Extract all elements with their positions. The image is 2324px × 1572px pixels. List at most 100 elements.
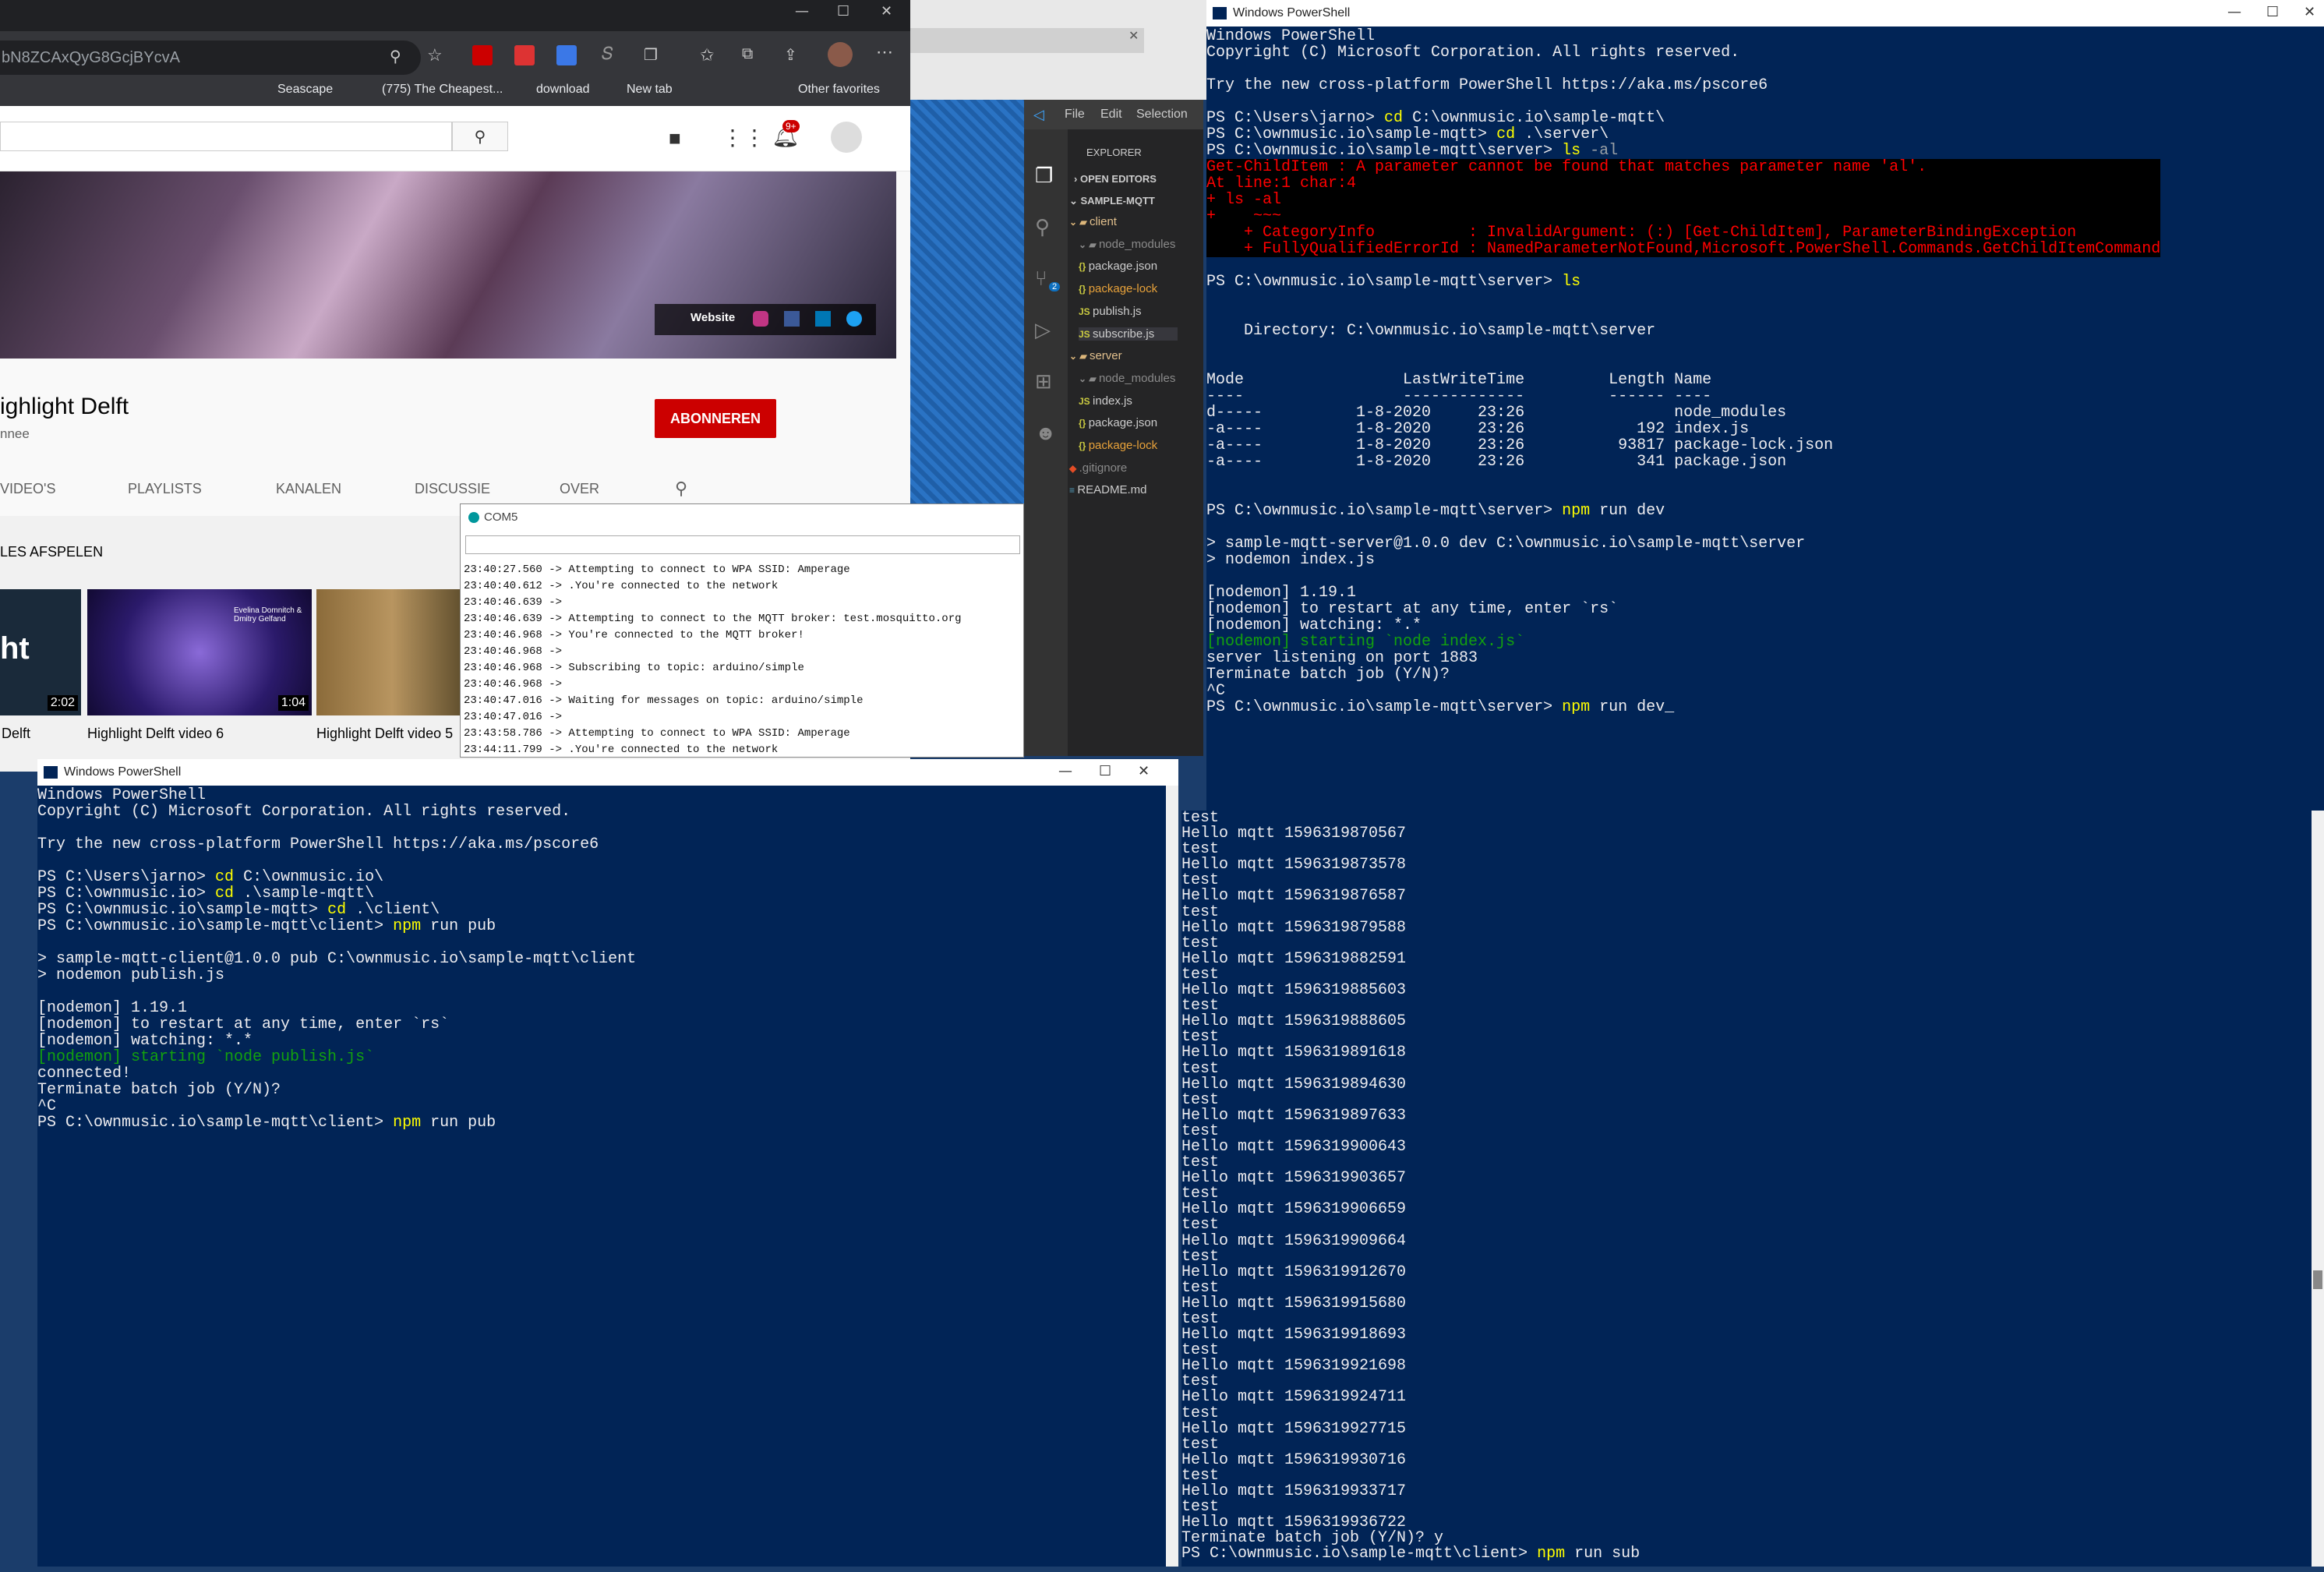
tree-item-node-modules[interactable]: ⌄ ▰ node_modules bbox=[1079, 238, 1175, 251]
account-avatar[interactable] bbox=[831, 122, 862, 153]
translate-icon[interactable] bbox=[556, 45, 577, 65]
video-title[interactable]: Highlight Delft video 6 bbox=[87, 726, 224, 742]
source-control-icon[interactable]: ⑂ bbox=[1035, 267, 1047, 291]
terminal-line: ---- ------------- ------ ---- bbox=[1206, 387, 1712, 405]
channel-search-icon[interactable]: ⚲ bbox=[675, 479, 687, 499]
favorite-download[interactable]: download bbox=[536, 83, 590, 97]
tab-channels[interactable]: KANALEN bbox=[276, 481, 341, 497]
favorite-new-tab[interactable]: New tab bbox=[627, 83, 673, 97]
scrollbar[interactable] bbox=[1166, 786, 1178, 1567]
search-icon[interactable]: ⚲ bbox=[1035, 215, 1050, 239]
tree-item-client[interactable]: ⌄ ▰ client bbox=[1069, 215, 1117, 228]
terminal-line: Hello mqtt 1596319876587 bbox=[1181, 887, 1407, 906]
terminal-line: -a---- 1-8-2020 23:26 93817 package-lock… bbox=[1206, 436, 1834, 454]
tab-about[interactable]: OVER bbox=[560, 481, 599, 497]
extension-icon[interactable] bbox=[472, 45, 493, 65]
tabs-icon[interactable]: ⧉ bbox=[742, 45, 753, 63]
tree-item-node-modules[interactable]: ⌄ ▰ node_modules bbox=[1079, 372, 1175, 385]
favorite-cheapest[interactable]: (775) The Cheapest... bbox=[382, 83, 503, 97]
instagram-icon[interactable] bbox=[753, 311, 768, 327]
tab-discussion[interactable]: DISCUSSIE bbox=[415, 481, 490, 497]
tree-item-publish-js[interactable]: JS publish.js bbox=[1079, 305, 1142, 318]
section-title: LES AFSPELEN bbox=[0, 544, 104, 560]
tab-playlists[interactable]: PLAYLISTS bbox=[128, 481, 202, 497]
tree-item-readme-md[interactable]: ≡ README.md bbox=[1069, 483, 1147, 496]
tab-videos[interactable]: VIDEO'S bbox=[0, 481, 55, 497]
terminal-line: Windows PowerShell bbox=[1206, 27, 1376, 45]
apps-icon[interactable]: ⋮⋮ bbox=[722, 125, 765, 150]
serial-input[interactable] bbox=[465, 535, 1020, 554]
tree-item-package-lock[interactable]: {} package-lock bbox=[1079, 282, 1157, 295]
close-icon[interactable]: ✕ bbox=[1128, 28, 1139, 44]
video-thumbnail[interactable]: ht 2:02 bbox=[0, 589, 81, 715]
facebook-icon[interactable] bbox=[784, 311, 800, 327]
tree-item-package-lock[interactable]: {} package-lock bbox=[1079, 439, 1157, 452]
maximize-icon[interactable]: ☐ bbox=[837, 3, 849, 19]
serial-log-line: 23:40:46.968 -> Subscribing to topic: ar… bbox=[464, 662, 804, 674]
tree-item-index-js[interactable]: JS index.js bbox=[1079, 394, 1132, 408]
tree-item-package-json[interactable]: {} package.json bbox=[1079, 260, 1157, 273]
scrollbar-thumb[interactable] bbox=[2313, 1270, 2322, 1289]
star-icon[interactable]: ☆ bbox=[427, 45, 443, 65]
terminal-line: PS C:\ownmusic.io\sample-mqtt\client> np… bbox=[1181, 1545, 1641, 1563]
menu-selection[interactable]: Selection bbox=[1136, 108, 1188, 122]
terminal-output[interactable]: test Hello mqtt 1596319870567 test Hello mq… bbox=[1181, 811, 1640, 1563]
extensions-icon[interactable]: ⊞ bbox=[1035, 369, 1052, 394]
tree-item-package-json[interactable]: {} package.json bbox=[1079, 416, 1157, 429]
terminal-output[interactable]: Windows PowerShell Copyright (C) Microsof… bbox=[1206, 27, 2161, 715]
search-button[interactable]: ⚲ bbox=[452, 122, 508, 151]
twitter-icon[interactable] bbox=[846, 311, 862, 327]
video-title[interactable]: Delft bbox=[2, 726, 30, 742]
website-link[interactable]: Website bbox=[690, 311, 735, 324]
terminal-line: test bbox=[1181, 965, 1220, 984]
maximize-icon[interactable]: ☐ bbox=[2266, 5, 2279, 20]
minimize-icon[interactable]: — bbox=[795, 3, 809, 19]
alien-icon[interactable]: ☻ bbox=[1035, 421, 1056, 445]
close-icon[interactable]: ✕ bbox=[881, 3, 892, 19]
linkedin-icon[interactable] bbox=[815, 311, 831, 327]
menu-edit[interactable]: Edit bbox=[1100, 108, 1122, 122]
camera-icon[interactable]: ■ bbox=[669, 126, 681, 150]
terminal-line: Get-ChildItem : A parameter cannot be fo… bbox=[1206, 159, 2161, 175]
terminal-line: test bbox=[1181, 1247, 1220, 1266]
collections-icon[interactable]: ❐ bbox=[644, 45, 658, 65]
terminal-line: Hello mqtt 1596319909664 bbox=[1181, 1231, 1407, 1250]
explorer-icon[interactable]: ❐ bbox=[1035, 164, 1053, 188]
terminal-line: + FullyQualifiedErrorId : NamedParameter… bbox=[1206, 240, 2161, 258]
folder-icon: ⌄ ▰ bbox=[1069, 217, 1090, 228]
tree-item-subscribe-js[interactable]: JS subscribe.js bbox=[1079, 327, 1178, 341]
tree-item--gitignore[interactable]: ◆ .gitignore bbox=[1069, 461, 1127, 475]
extension-abp-icon[interactable] bbox=[514, 45, 535, 65]
video-thumbnail[interactable]: Evelina Domnitch & Dmitry Gelfand 1:04 bbox=[87, 589, 312, 715]
profile-avatar[interactable] bbox=[828, 42, 853, 67]
arduino-icon bbox=[468, 512, 479, 523]
video-thumbnail[interactable] bbox=[316, 589, 468, 715]
project-section[interactable]: ⌄ SAMPLE-MQTT bbox=[1069, 195, 1155, 207]
address-bar[interactable]: bN8ZCAxQyG8GcjBYcvA bbox=[0, 41, 421, 75]
scrollbar[interactable] bbox=[2312, 811, 2324, 1567]
terminal-line: [nodemon] starting `node publish.js` bbox=[37, 1048, 375, 1066]
favorite-seascape[interactable]: Seascape bbox=[277, 83, 333, 97]
serial-log-line: 23:43:58.786 -> Attempting to connect to… bbox=[464, 727, 850, 740]
close-icon[interactable]: ✕ bbox=[1138, 764, 1150, 779]
run-icon[interactable]: ▷ bbox=[1035, 318, 1051, 342]
maximize-icon[interactable]: ☐ bbox=[1099, 764, 1111, 779]
menu-file[interactable]: File bbox=[1065, 108, 1085, 122]
tree-item-server[interactable]: ⌄ ▰ server bbox=[1069, 349, 1122, 362]
open-editors-section[interactable]: › OPEN EDITORS bbox=[1074, 173, 1157, 185]
video-title[interactable]: Highlight Delft video 5 bbox=[316, 726, 453, 742]
search-input[interactable] bbox=[0, 122, 452, 151]
minimize-icon[interactable]: — bbox=[1058, 764, 1072, 779]
minimize-icon[interactable]: — bbox=[2227, 5, 2241, 20]
terminal-line: test bbox=[1181, 903, 1220, 921]
terminal-output[interactable]: Windows PowerShell Copyright (C) Microsof… bbox=[37, 787, 636, 1131]
more-icon[interactable]: ⋯ bbox=[876, 42, 893, 62]
close-icon[interactable]: ✕ bbox=[2304, 5, 2315, 20]
share-icon[interactable]: ⇪ bbox=[784, 45, 797, 65]
extension-s-icon[interactable]: 𝑆 bbox=[602, 44, 613, 64]
favorites-icon[interactable]: ✩ bbox=[700, 45, 714, 65]
subscribe-button[interactable]: ABONNEREN bbox=[655, 399, 776, 438]
zoom-icon[interactable]: ⚲ bbox=[390, 47, 401, 66]
url-text: bN8ZCAxQyG8GcjBYcvA bbox=[2, 49, 180, 66]
favorite-other[interactable]: Other favorites bbox=[798, 83, 880, 97]
